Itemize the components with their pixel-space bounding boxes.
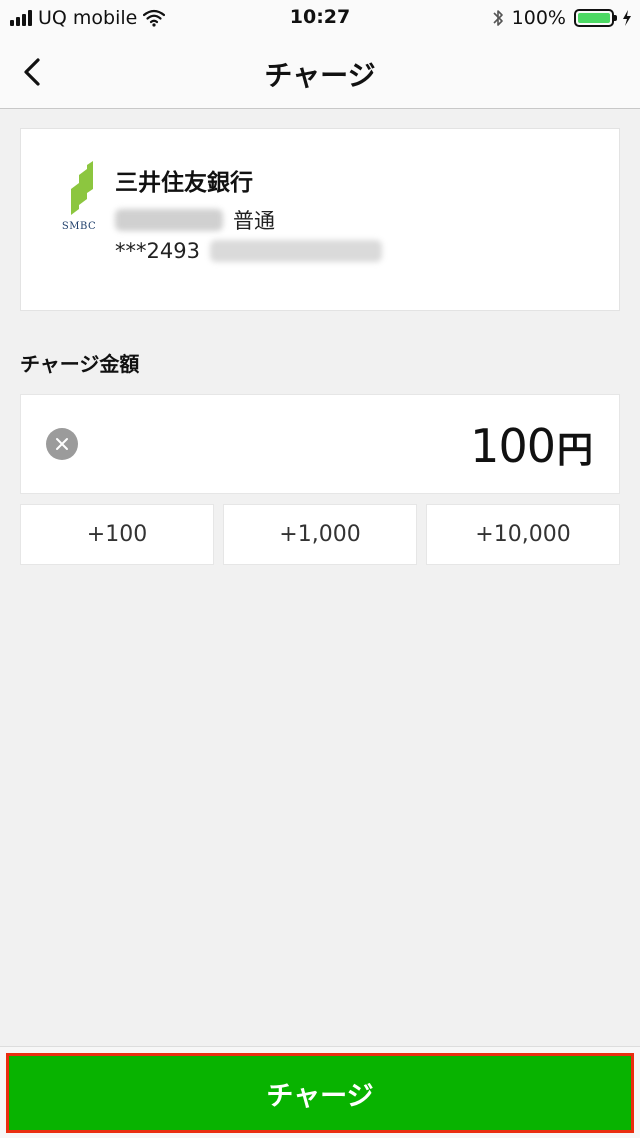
charge-button[interactable]: チャージ	[6, 1053, 634, 1133]
branch-row: 普通	[115, 205, 275, 235]
status-bar: UQ mobile 10:27 100%	[0, 0, 640, 36]
account-type: 普通	[233, 209, 275, 233]
amount-input[interactable]: 100 円	[20, 394, 620, 494]
battery-level	[578, 13, 610, 23]
battery-percent: 100%	[511, 7, 566, 29]
add-1000-button[interactable]: +1,000	[223, 504, 417, 565]
battery-icon	[574, 9, 617, 27]
charge-amount-label: チャージ金額	[20, 352, 140, 376]
bank-account-card[interactable]: SMBC 三井住友銀行 普通 ***2493	[20, 128, 620, 311]
amount-display: 100 円	[470, 419, 593, 473]
account-holder-redacted	[209, 240, 382, 262]
charging-icon	[623, 10, 631, 26]
status-right: 100%	[492, 6, 632, 30]
bluetooth-icon	[493, 10, 503, 26]
add-100-button[interactable]: +100	[20, 504, 214, 565]
amount-unit: 円	[556, 430, 593, 471]
quick-add-row: +100 +1,000 +10,000	[20, 504, 620, 565]
clear-icon	[56, 438, 68, 450]
bank-name: 三井住友銀行	[115, 170, 253, 196]
page-title: チャージ	[264, 59, 376, 92]
clear-button[interactable]	[46, 428, 78, 460]
bank-logo: SMBC	[57, 159, 101, 239]
branch-name-redacted	[115, 209, 223, 231]
bank-logo-text: SMBC	[61, 221, 97, 232]
account-row: ***2493	[115, 239, 382, 263]
smbc-logo-icon	[71, 161, 93, 215]
account-number: ***2493	[115, 239, 200, 263]
add-10000-button[interactable]: +10,000	[426, 504, 620, 565]
amount-value: 100	[470, 419, 556, 473]
nav-bar: チャージ	[0, 36, 640, 109]
